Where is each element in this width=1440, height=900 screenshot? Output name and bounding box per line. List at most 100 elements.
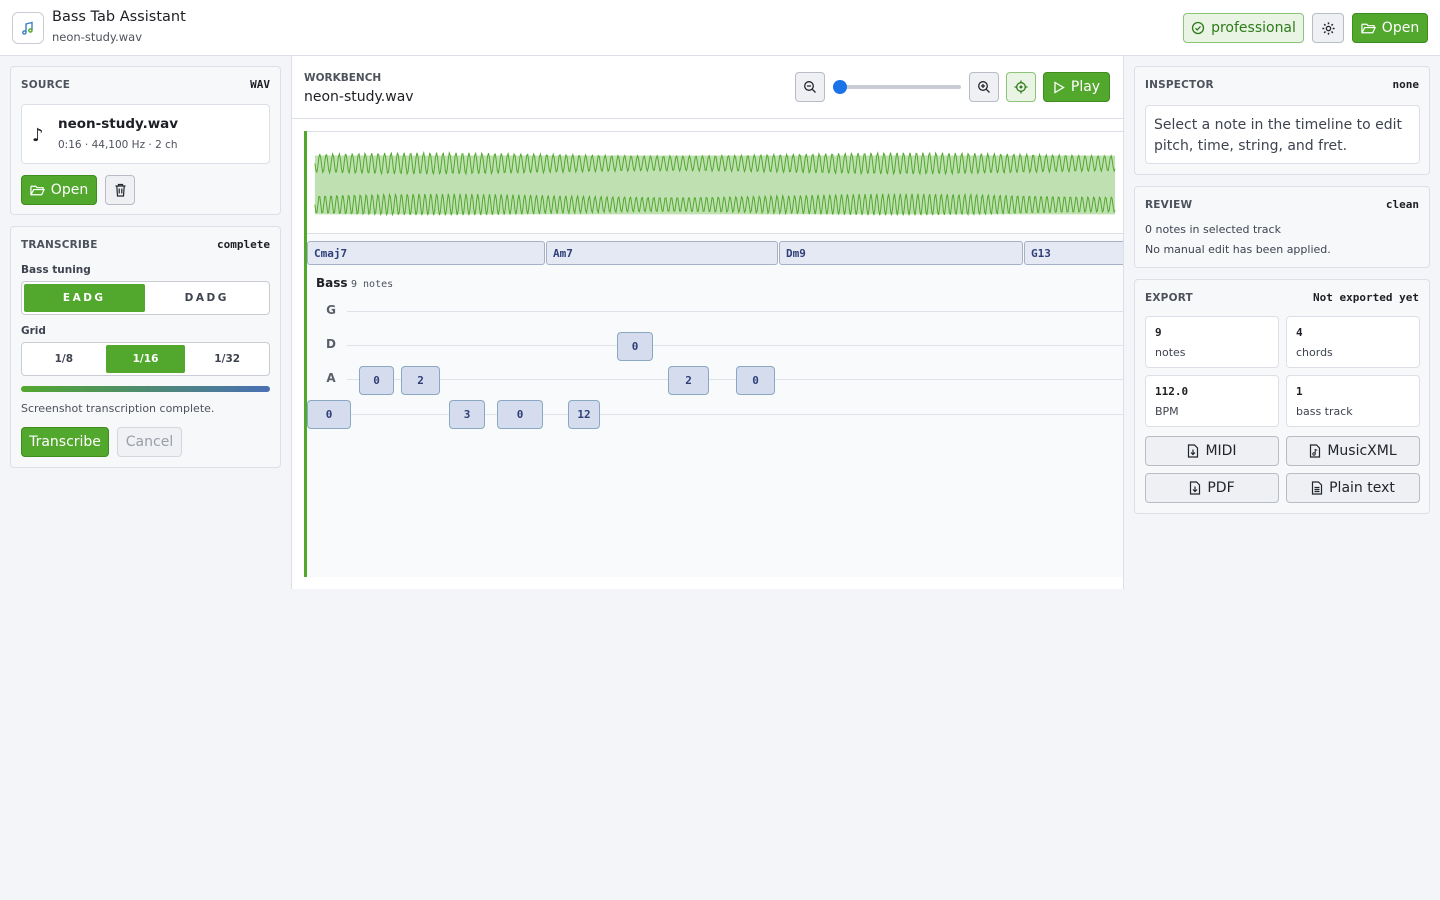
- tab-note[interactable]: 2: [668, 366, 709, 395]
- stat-bass-track: 1 bass track: [1286, 375, 1420, 427]
- review-status: clean: [1385, 198, 1419, 211]
- tab-note[interactable]: 0: [359, 366, 394, 395]
- workbench-file-name: neon-study.wav: [304, 89, 414, 105]
- tab-note[interactable]: 2: [401, 366, 440, 395]
- stat-value: 112.0: [1155, 385, 1189, 398]
- bass-track: Bass 9 notes G D A E 0 0 2 3 0 12 0 2 0: [307, 269, 1123, 576]
- tab-note[interactable]: 3: [449, 400, 485, 429]
- folder-open-icon: [1361, 23, 1376, 33]
- timeline[interactable]: Cmaj7 Am7 Dm9 G13 Bass 9 notes G D A E 0…: [304, 131, 1123, 577]
- review-title: REVIEW: [1145, 198, 1193, 211]
- play-icon: [1054, 80, 1065, 94]
- header-file-name: neon-study.wav: [52, 30, 143, 44]
- source-format: WAV: [250, 78, 270, 91]
- settings-button[interactable]: [1312, 13, 1344, 43]
- stat-label: BPM: [1155, 405, 1179, 418]
- app-logo-icon: [12, 12, 44, 44]
- left-sidebar: SOURCE WAV ♪ neon-study.wav 0:16 · 44,10…: [0, 56, 292, 589]
- transcribe-message: Screenshot transcription complete.: [21, 402, 215, 415]
- export-midi-button[interactable]: MIDI: [1145, 436, 1279, 466]
- play-button[interactable]: Play: [1043, 72, 1110, 102]
- cancel-button[interactable]: Cancel: [117, 427, 182, 457]
- grid-label: Grid: [21, 325, 46, 337]
- export-midi-label: MIDI: [1205, 443, 1237, 459]
- zoom-slider[interactable]: [833, 80, 961, 94]
- tab-note[interactable]: 0: [307, 400, 351, 429]
- trash-icon: [115, 183, 125, 197]
- export-title: EXPORT: [1145, 291, 1193, 304]
- file-music-icon: [1310, 444, 1321, 458]
- header-open-label: Open: [1381, 20, 1420, 36]
- follow-playhead-button[interactable]: [1006, 72, 1036, 102]
- transcribe-status: complete: [217, 238, 270, 251]
- transcribe-progress-fill: [21, 386, 270, 392]
- zoom-out-button[interactable]: [795, 72, 825, 102]
- export-musicxml-label: MusicXML: [1327, 443, 1397, 459]
- delete-source-button[interactable]: [105, 175, 135, 205]
- music-note-icon: ♪: [32, 125, 44, 146]
- string-label-a: A: [326, 371, 336, 385]
- stat-chords: 4 chords: [1286, 316, 1420, 368]
- transcribe-title: TRANSCRIBE: [21, 238, 98, 251]
- workbench-header: WORKBENCH neon-study.wav Play: [292, 56, 1123, 119]
- zoom-slider-thumb[interactable]: [833, 80, 847, 94]
- track-note-count: 9 notes: [351, 279, 394, 290]
- play-label: Play: [1070, 79, 1101, 95]
- tab-note[interactable]: 0: [736, 366, 775, 395]
- workbench-title: WORKBENCH: [304, 72, 382, 84]
- page-background: [0, 589, 1440, 900]
- chord-block[interactable]: Am7: [546, 241, 778, 265]
- export-text-button[interactable]: Plain text: [1286, 473, 1420, 503]
- crosshair-icon: [1014, 80, 1028, 94]
- tuning-label: Bass tuning: [21, 264, 91, 276]
- header-open-button[interactable]: Open: [1352, 13, 1428, 43]
- stat-label: chords: [1296, 346, 1333, 359]
- waveform[interactable]: [307, 131, 1123, 234]
- right-sidebar: INSPECTOR none Select a note in the time…: [1123, 56, 1440, 589]
- chord-block[interactable]: G13: [1024, 241, 1123, 265]
- source-open-button[interactable]: Open: [21, 175, 97, 205]
- transcribe-button[interactable]: Transcribe: [21, 427, 109, 457]
- export-musicxml-button[interactable]: MusicXML: [1286, 436, 1420, 466]
- inspector-title: INSPECTOR: [1145, 78, 1214, 91]
- tuning-option-dadg[interactable]: DADG: [147, 284, 268, 312]
- string-line-d: [347, 345, 1123, 346]
- track-name: Bass: [316, 276, 348, 290]
- grid-option-1-32[interactable]: 1/32: [187, 345, 267, 373]
- source-open-label: Open: [50, 182, 89, 198]
- chord-block[interactable]: Cmaj7: [307, 241, 545, 265]
- tuning-selector: EADG DADG: [21, 281, 270, 315]
- grid-selector: 1/8 1/16 1/32: [21, 342, 270, 376]
- plan-badge-label: professional: [1211, 20, 1296, 36]
- file-text-icon: [1312, 481, 1323, 495]
- string-line-a: [347, 379, 1123, 380]
- zoom-out-icon: [804, 81, 816, 93]
- export-panel: EXPORT Not exported yet 9 notes 4 chords…: [1134, 279, 1430, 514]
- top-bar: Bass Tab Assistant neon-study.wav profes…: [0, 0, 1440, 56]
- string-label-d: D: [326, 337, 336, 351]
- export-pdf-button[interactable]: PDF: [1145, 473, 1279, 503]
- chord-block[interactable]: Dm9: [779, 241, 1023, 265]
- folder-open-icon: [30, 185, 45, 195]
- zoom-in-button[interactable]: [969, 72, 999, 102]
- transcribe-progress-bar: [21, 386, 270, 392]
- grid-option-1-8[interactable]: 1/8: [24, 345, 104, 373]
- stat-value: 9: [1155, 326, 1162, 339]
- app-title: Bass Tab Assistant: [52, 9, 186, 25]
- tab-note[interactable]: 12: [568, 400, 600, 429]
- file-download-icon: [1190, 481, 1201, 495]
- inspector-panel: INSPECTOR none Select a note in the time…: [1134, 66, 1430, 175]
- source-file-card[interactable]: ♪ neon-study.wav 0:16 · 44,100 Hz · 2 ch: [21, 104, 270, 164]
- stat-bpm: 112.0 BPM: [1145, 375, 1279, 427]
- review-note-count: 0 notes in selected track: [1145, 223, 1281, 236]
- plan-badge[interactable]: professional: [1183, 13, 1304, 43]
- grid-option-1-16[interactable]: 1/16: [105, 345, 186, 373]
- stat-label: bass track: [1296, 405, 1353, 418]
- export-text-label: Plain text: [1329, 480, 1395, 496]
- review-edit-status: No manual edit has been applied.: [1145, 243, 1331, 256]
- tab-note[interactable]: 0: [497, 400, 543, 429]
- source-file-name: neon-study.wav: [58, 116, 179, 132]
- tab-note[interactable]: 0: [617, 332, 653, 361]
- tuning-option-eadg[interactable]: EADG: [24, 284, 145, 312]
- zoom-in-icon: [978, 81, 990, 93]
